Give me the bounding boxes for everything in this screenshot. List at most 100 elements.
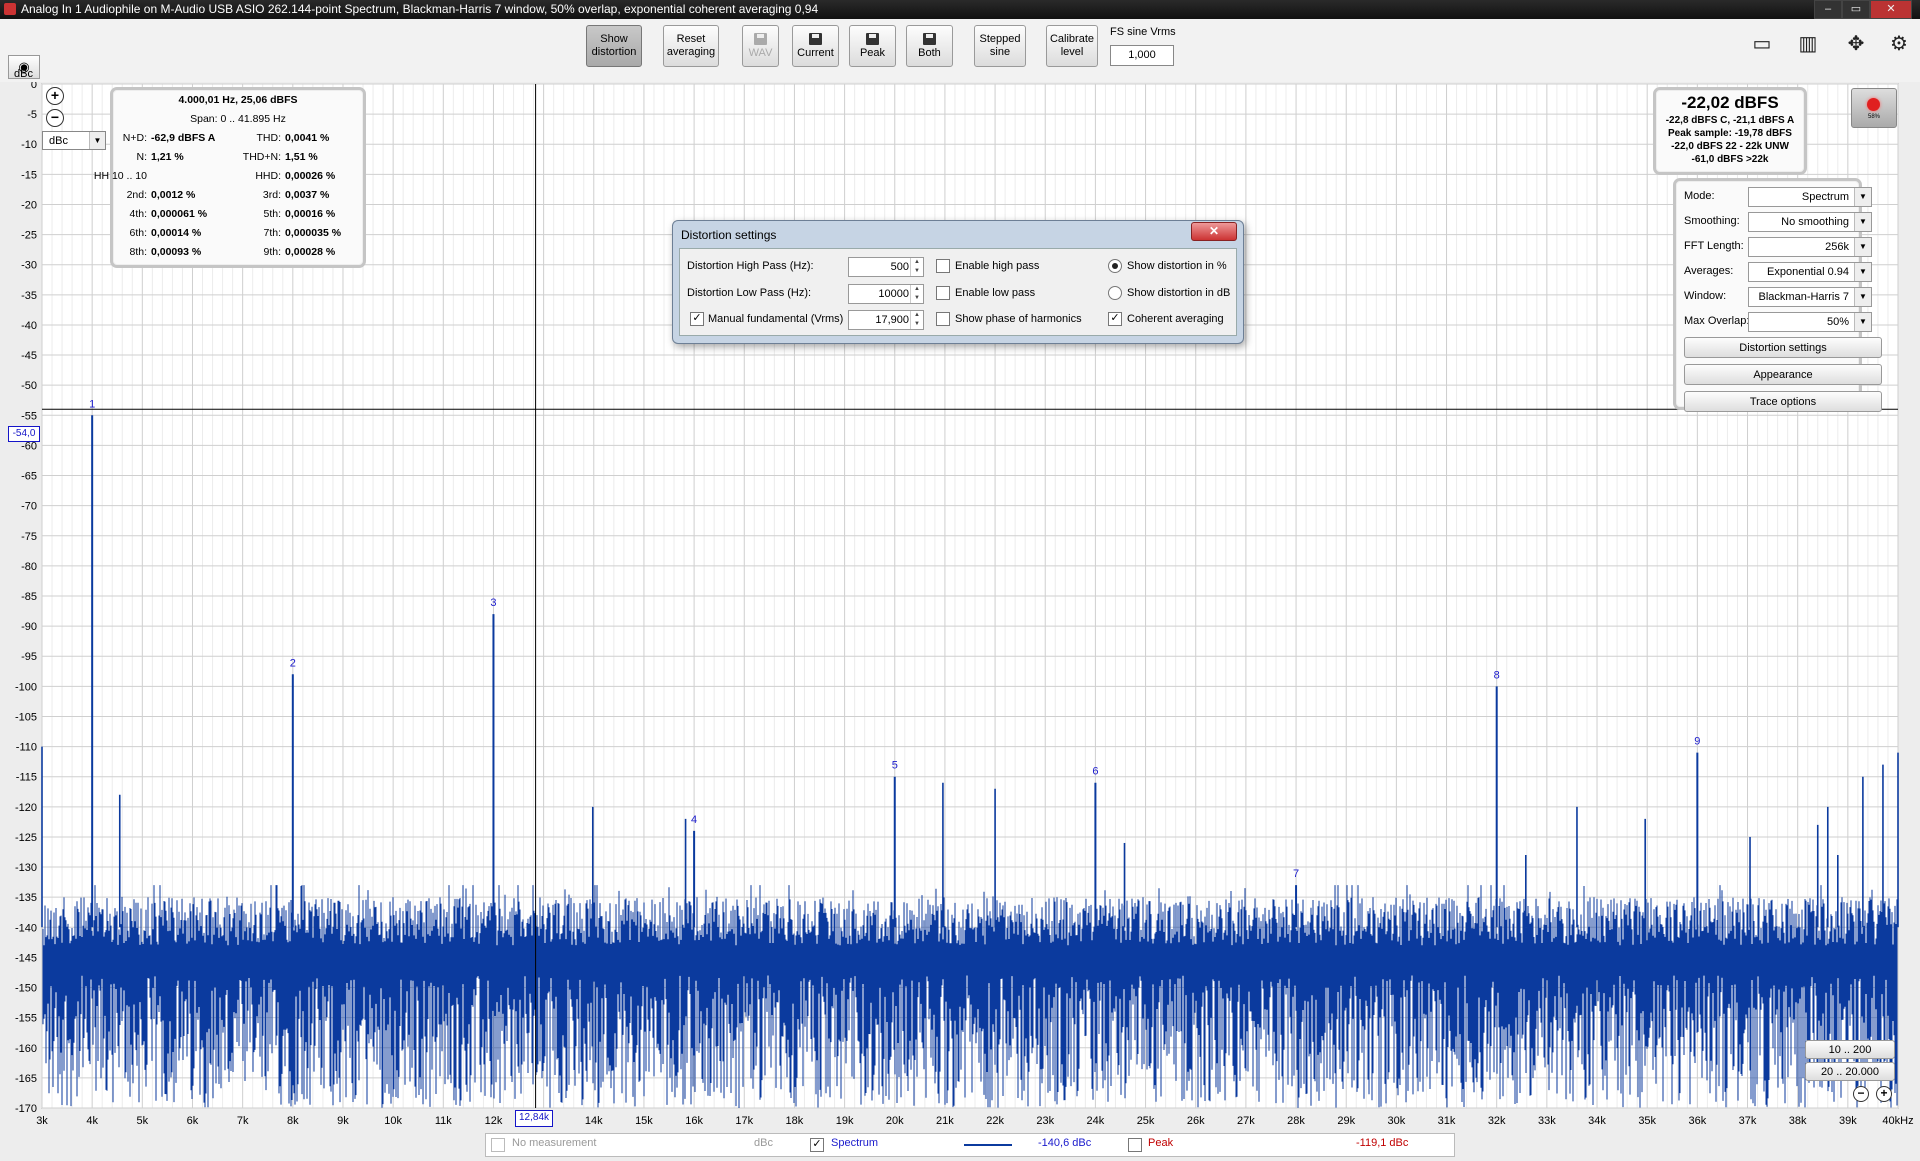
stepped-sine-button[interactable]: Stepped sine — [974, 25, 1026, 67]
save-both-button[interactable]: Both — [906, 25, 953, 67]
close-icon[interactable]: ✕ — [1191, 222, 1237, 241]
peak-value: -119,1 dBc — [1356, 1137, 1409, 1149]
fft-length-row: FFT Length: 256k ▼ — [1684, 237, 1872, 257]
button-label: Stepped — [979, 33, 1021, 45]
spectrum-swatch — [964, 1144, 1012, 1146]
y-tick-label: -130 — [15, 862, 37, 874]
zoom-in-x-icon[interactable]: + — [1876, 1086, 1892, 1102]
stats-cell: 0,00026 % — [285, 170, 336, 182]
y-tick-label: -5 — [27, 109, 37, 121]
coherent-averaging-checkbox[interactable]: ✓ — [1108, 312, 1122, 326]
select-value: 256k — [1825, 241, 1849, 253]
zoom-out-icon[interactable]: − — [46, 109, 64, 127]
enable-low-pass-checkbox[interactable] — [936, 286, 950, 300]
gear-icon[interactable]: ⚙ — [1884, 31, 1914, 57]
stats-cell: 0,0037 % — [285, 189, 330, 201]
x-tick-label: 25k — [1137, 1115, 1155, 1127]
record-button[interactable]: 58% — [1851, 88, 1897, 128]
x-tick-label: 26k — [1187, 1115, 1205, 1127]
x-tick-label: 39k — [1839, 1115, 1857, 1127]
fft-length-select[interactable]: 256k ▼ — [1748, 237, 1872, 257]
button-label: sine — [989, 46, 1011, 58]
no-measurement-label: No measurement — [512, 1137, 597, 1149]
trace-options-button[interactable]: Trace options — [1684, 391, 1882, 412]
stats-cell: 0,00028 % — [285, 246, 336, 258]
app-icon — [4, 3, 16, 15]
zoom-out-x-icon[interactable]: − — [1853, 1086, 1869, 1102]
y-tick-label: -45 — [21, 350, 37, 362]
show-pct-radio[interactable] — [1108, 259, 1122, 273]
save-icon — [754, 32, 767, 45]
smoothing-select[interactable]: No smoothing ▼ — [1748, 212, 1872, 232]
maximize-button[interactable]: ▭ — [1842, 0, 1870, 19]
fs-sine-input[interactable]: 1,000 — [1110, 45, 1174, 66]
x-tick-label: 22k — [986, 1115, 1004, 1127]
spectrum-checkbox[interactable]: ✓ — [810, 1138, 824, 1152]
unit-select[interactable]: dBc ▼ — [42, 131, 106, 150]
y-tick-label: -120 — [15, 802, 37, 814]
y-tick-label: -25 — [21, 230, 37, 242]
button-label: Calibrate — [1049, 33, 1095, 45]
minimize-button[interactable]: – — [1814, 0, 1842, 19]
reset-averaging-button[interactable]: Reset averaging — [663, 25, 719, 67]
y-tick-label: -75 — [21, 531, 37, 543]
window-title: Analog In 1 Audiophile on M-Audio USB AS… — [21, 2, 819, 16]
stats-cell: 1,21 % — [151, 151, 184, 163]
button-label: distortion — [591, 46, 637, 58]
spinner-arrows-icon[interactable]: ▲ ▼ — [910, 311, 923, 329]
button-label: WAV — [748, 46, 773, 59]
y-tick-label: -10 — [21, 139, 37, 151]
show-distortion-button[interactable]: Show distortion — [586, 25, 642, 67]
y-tick-label: -125 — [15, 832, 37, 844]
x-tick-label: 18k — [786, 1115, 804, 1127]
move-arrows-icon[interactable]: ✥ — [1838, 31, 1874, 57]
show-phase-label: Show phase of harmonics — [955, 313, 1082, 325]
x-tick-label: 16k — [685, 1115, 703, 1127]
layout-split-icon[interactable]: ▥ — [1790, 31, 1826, 57]
y-tick-label: -95 — [21, 651, 37, 663]
manual-fundamental-checkbox[interactable]: ✓ — [690, 312, 704, 326]
calibrate-level-button[interactable]: Calibrate level — [1046, 25, 1098, 67]
level-line: -22,0 dBFS 22 - 22k UNW — [1671, 141, 1789, 152]
averages-select[interactable]: Exponential 0.94 ▼ — [1748, 262, 1872, 282]
high-pass-input[interactable]: 500 ▲ ▼ — [848, 257, 924, 277]
x-tick-label: 31k — [1438, 1115, 1456, 1127]
range-10-200-button[interactable]: 10 .. 200 — [1805, 1040, 1895, 1059]
y-tick-label: -155 — [15, 1013, 37, 1025]
y-tick-label: -110 — [16, 742, 37, 754]
show-phase-checkbox[interactable] — [936, 312, 950, 326]
stats-cell: THD+N: — [242, 151, 281, 163]
manual-fundamental-input[interactable]: 17,900 ▲ ▼ — [848, 310, 924, 330]
show-db-label: Show distortion in dB — [1127, 287, 1231, 299]
stats-cell: N+D: — [122, 132, 147, 144]
range-20-20000-button[interactable]: 20 .. 20.000 — [1805, 1062, 1895, 1081]
enable-high-pass-checkbox[interactable] — [936, 259, 950, 273]
appearance-button[interactable]: Appearance — [1684, 364, 1882, 385]
low-pass-input[interactable]: 10000 ▲ ▼ — [848, 284, 924, 304]
y-tick-label: -65 — [21, 471, 37, 483]
no-measurement-checkbox[interactable] — [491, 1138, 505, 1152]
close-window-button[interactable]: ✕ — [1870, 0, 1912, 19]
save-wav-button[interactable]: WAV — [742, 25, 779, 67]
stats-span: Span: 0 .. 41.895 Hz — [190, 113, 286, 125]
layout-single-icon[interactable]: ▭ — [1744, 31, 1780, 57]
input-level-percent: 58% — [1867, 114, 1880, 120]
save-peak-button[interactable]: Peak — [849, 25, 896, 67]
stats-cell: THD: — [256, 132, 282, 144]
mode-select[interactable]: Spectrum ▼ — [1748, 187, 1872, 207]
select-value: 50% — [1826, 316, 1849, 328]
window-select[interactable]: Blackman-Harris 7 ▼ — [1748, 287, 1872, 307]
peak-checkbox[interactable] — [1128, 1138, 1142, 1152]
save-current-button[interactable]: Current — [792, 25, 839, 67]
show-db-radio[interactable] — [1108, 286, 1122, 300]
stats-cell: 5th: — [263, 208, 281, 220]
spinner-arrows-icon[interactable]: ▲ ▼ — [910, 285, 923, 303]
distortion-settings-button[interactable]: Distortion settings — [1684, 337, 1882, 358]
max-overlap-select[interactable]: 50% ▼ — [1748, 312, 1872, 332]
stats-cell: 4th: — [129, 208, 147, 220]
x-tick-label: 33k — [1538, 1115, 1556, 1127]
zoom-in-icon[interactable]: + — [46, 87, 64, 105]
record-icon — [1867, 98, 1880, 111]
spinner-arrows-icon[interactable]: ▲ ▼ — [910, 258, 923, 276]
toolbar: ◉ Show distortion Reset averaging WAV Cu… — [0, 19, 1920, 82]
